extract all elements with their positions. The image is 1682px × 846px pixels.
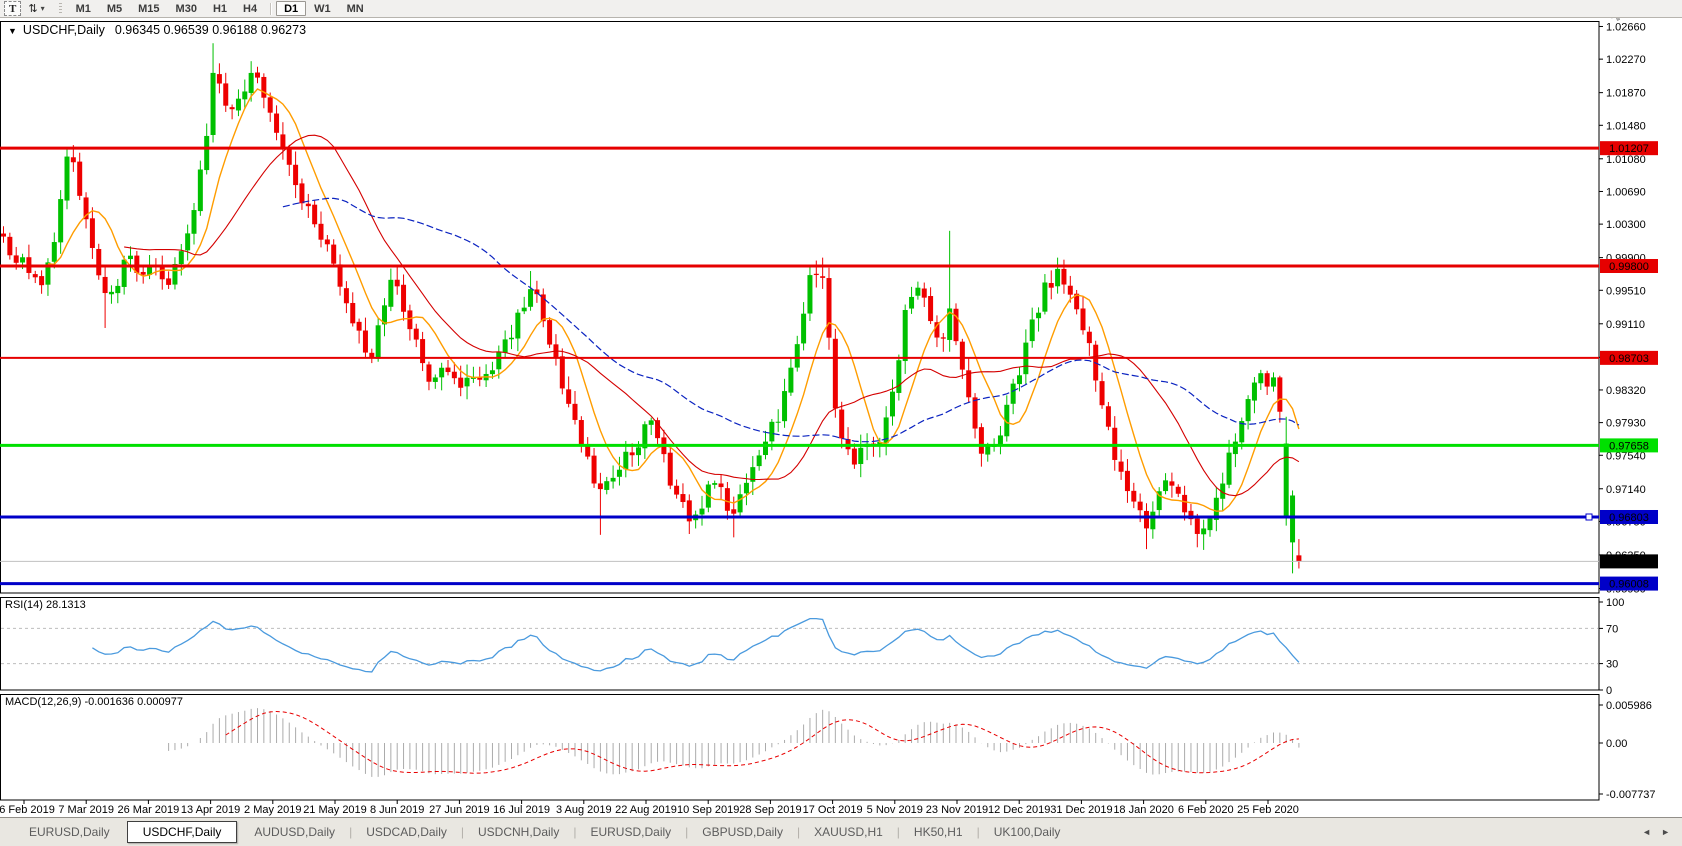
date-label: 2 May 2019 — [244, 804, 301, 816]
rsi-label: RSI(14) 28.1313 — [5, 599, 86, 611]
text-tool-button[interactable]: T — [4, 1, 21, 16]
level-price-label: 0.97658 — [1609, 440, 1649, 452]
mt4-window: { "toolbar": { "text_tool": "T", "pointe… — [0, 0, 1682, 845]
timeframe-button-m1[interactable]: M1 — [68, 1, 99, 16]
price-tick-label: 0.99110 — [1606, 319, 1645, 331]
tab-eurusd-daily[interactable]: EURUSD,Daily — [16, 825, 123, 839]
macd-signal-line — [226, 712, 1299, 774]
level-price-label: 0.99800 — [1609, 261, 1649, 273]
date-label: 23 Nov 2019 — [926, 804, 988, 816]
rsi-panel-border — [1, 598, 1600, 691]
date-label: 31 Dec 2019 — [1050, 804, 1112, 816]
timeframe-button-group: M1M5M15M30H1H4 D1W1MN — [68, 1, 372, 16]
level-price-label: 0.98703 — [1609, 353, 1649, 365]
tab-usdcad-daily[interactable]: USDCAD,Daily — [353, 825, 460, 839]
rsi-tick-label: 100 — [1606, 597, 1624, 609]
date-label: 26 Mar 2019 — [118, 804, 180, 816]
rsi-tick-label: 0 — [1606, 685, 1612, 697]
level-price-label: 0.96008 — [1609, 579, 1649, 591]
date-label: 27 Jun 2019 — [429, 804, 490, 816]
date-label: 8 Jun 2019 — [370, 804, 424, 816]
chevron-down-icon: ▾ — [41, 3, 45, 15]
arrows-icon: ⇅ — [28, 3, 37, 15]
date-label: 16 Jul 2019 — [493, 804, 550, 816]
tab-eurusd-daily[interactable]: EURUSD,Daily — [577, 825, 684, 839]
macd-label: MACD(12,26,9) -0.001636 0.000977 — [5, 696, 183, 708]
date-label: 22 Aug 2019 — [615, 804, 677, 816]
price-tick-label: 1.02660 — [1606, 21, 1646, 33]
macd-panel-border — [1, 695, 1600, 801]
tab-scroll-right-icon[interactable]: ► — [1661, 827, 1670, 837]
tab-audusd-daily[interactable]: AUDUSD,Daily — [241, 825, 348, 839]
tab-xauusd-h1[interactable]: XAUUSD,H1 — [801, 825, 896, 839]
price-tick-label: 0.97140 — [1606, 484, 1646, 496]
date-label: 17 Oct 2019 — [803, 804, 863, 816]
macd-tick-label: 0.00 — [1606, 738, 1627, 750]
tab-usdchf-daily[interactable]: USDCHF,Daily — [127, 821, 238, 843]
toolbar-grip[interactable] — [59, 3, 62, 15]
timeframe-button-h1[interactable]: H1 — [205, 1, 235, 16]
price-axis: 1.02660 1.02270 1.01870 1.01480 1.01080 1.006… — [1599, 21, 1646, 595]
cursor-mode-button[interactable]: ⇅ ▾ — [23, 1, 49, 16]
date-label: 6 Feb 2020 — [1178, 804, 1234, 816]
rsi-panel: 100 70 30 0 — [1, 597, 1624, 697]
macd-panel — [169, 708, 1299, 777]
price-tick-label: 1.01870 — [1606, 88, 1646, 100]
timeframe-button-w1[interactable]: W1 — [306, 1, 339, 16]
timeframe-button-m15[interactable]: M15 — [130, 1, 167, 16]
tab-hk50-h1[interactable]: HK50,H1 — [901, 825, 976, 839]
rsi-tick-label: 70 — [1606, 623, 1618, 635]
date-label: 13 Apr 2019 — [181, 804, 240, 816]
ma-fast-line — [48, 89, 1299, 511]
date-label: 7 Mar 2019 — [58, 804, 114, 816]
tab-scroll-left-icon[interactable]: ◄ — [1642, 827, 1651, 837]
price-tick-label: 1.00690 — [1606, 186, 1646, 198]
price-chart[interactable]: 1.02660 1.02270 1.01870 1.01480 1.01080 1.006… — [0, 0, 1682, 817]
date-label: 5 Nov 2019 — [867, 804, 923, 816]
date-label: 10 Sep 2019 — [677, 804, 739, 816]
price-tick-label: 1.00300 — [1606, 219, 1646, 231]
toolbar-separator — [270, 3, 271, 15]
price-tick-label: 0.99510 — [1606, 285, 1646, 297]
date-label: 18 Jan 2020 — [1113, 804, 1174, 816]
timeframe-button-mn[interactable]: MN — [339, 1, 372, 16]
macd-tick-label: -0.007737 — [1606, 789, 1656, 801]
timeframe-button-m5[interactable]: M5 — [99, 1, 130, 16]
line-drag-handle[interactable] — [1586, 514, 1592, 520]
ma-slow-line — [283, 198, 1299, 441]
tab-gbpusd-daily[interactable]: GBPUSD,Daily — [689, 825, 796, 839]
symbol-tab-bar: EURUSD,DailyUSDCHF,DailyAUDUSD,Daily|USD… — [0, 817, 1682, 846]
top-toolbar: T ⇅ ▾ M1M5M15M30H1H4 D1W1MN — [0, 0, 1682, 18]
macd-tick-label: 0.005986 — [1606, 700, 1652, 712]
candles — [1, 43, 1301, 573]
price-tick-label: 0.98320 — [1606, 385, 1646, 397]
date-label: 12 Dec 2019 — [988, 804, 1050, 816]
date-label: 3 Aug 2019 — [556, 804, 612, 816]
support-resistance-lines[interactable]: 1.01207 0.99800 0.98703 0.97658 0.96803 0.960… — [0, 141, 1658, 590]
timeframe-button-h4[interactable]: H4 — [235, 1, 265, 16]
level-price-label: 1.01207 — [1609, 143, 1649, 155]
price-tick-label: 1.01480 — [1606, 120, 1646, 132]
chart-title: ▼USDCHF,Daily0.96345 0.96539 0.96188 0.9… — [8, 23, 306, 37]
tab-usdcnh-daily[interactable]: USDCNH,Daily — [465, 825, 572, 839]
level-price-label: 0.96803 — [1609, 512, 1649, 524]
date-label: 16 Feb 2019 — [0, 804, 55, 816]
timeframe-button-d1[interactable]: D1 — [276, 1, 306, 16]
date-label: 28 Sep 2019 — [739, 804, 801, 816]
current-price-label: 0.96273 — [1609, 556, 1649, 568]
tab-uk100-daily[interactable]: UK100,Daily — [981, 825, 1074, 839]
price-tick-label: 1.01080 — [1606, 154, 1646, 166]
date-axis: 16 Feb 20197 Mar 2019 26 Mar 201913 Apr 2… — [0, 800, 1299, 816]
price-tick-label: 0.97930 — [1606, 418, 1646, 430]
date-label: 21 May 2019 — [303, 804, 367, 816]
timeframe-button-m30[interactable]: M30 — [168, 1, 205, 16]
date-label: 25 Feb 2020 — [1237, 804, 1299, 816]
rsi-tick-label: 30 — [1606, 659, 1618, 671]
price-tick-label: 1.02270 — [1606, 54, 1646, 66]
